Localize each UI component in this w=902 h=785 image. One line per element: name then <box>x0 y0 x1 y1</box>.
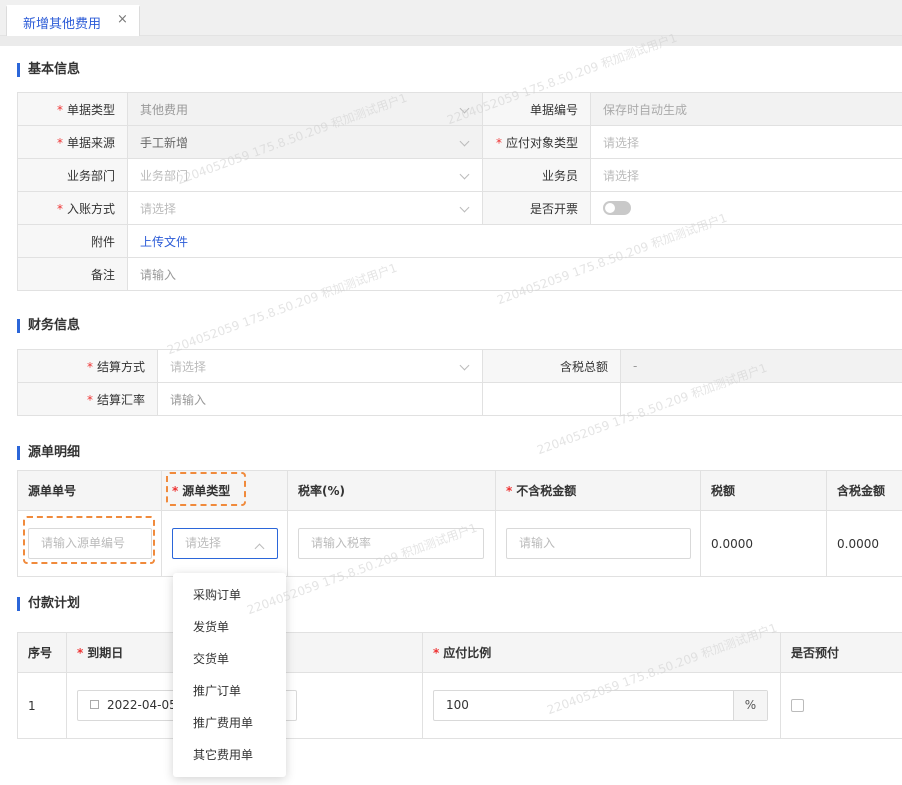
exchange-rate-input[interactable]: 请输入 <box>157 382 483 416</box>
table-row: 1 2022-04-05 100% <box>17 672 902 739</box>
col-tax: 税额 <box>700 470 827 511</box>
dropdown-option-other-expense[interactable]: 其它费用单 <box>173 739 286 771</box>
col-source-no: 源单单号 <box>17 470 162 511</box>
exchange-rate-label: * 结算汇率 <box>17 382 158 416</box>
invoice-label: 是否开票 <box>482 191 591 225</box>
amount-excl-input[interactable]: 请输入 <box>506 528 691 559</box>
table-row: 请输入源单编号 请选择 请输入税率 请输入 0.0000 0.0000 <box>17 510 902 577</box>
upload-file-link[interactable]: 上传文件 <box>127 224 902 258</box>
col-ratio: * 应付比例 <box>422 632 781 673</box>
doc-source-select[interactable]: 手工新增 <box>127 125 483 159</box>
entry-method-label: * 入账方式 <box>17 191 128 225</box>
col-prepay: 是否预付 <box>780 632 902 673</box>
chevron-down-icon <box>459 169 470 180</box>
col-amount-excl: * 不含税金额 <box>495 470 701 511</box>
total-label: 含税总额 <box>482 349 621 383</box>
doc-type-select[interactable]: 其他费用 <box>127 92 483 126</box>
entry-method-select[interactable]: 请选择 <box>127 191 483 225</box>
prepay-checkbox[interactable] <box>791 699 804 712</box>
tab-bar: 新增其他费用 × <box>0 0 902 36</box>
section-title-basic: 基本信息 <box>17 63 80 77</box>
amount-incl-value: 0.0000 <box>826 510 902 577</box>
chevron-down-icon <box>459 360 470 371</box>
close-icon[interactable]: × <box>117 12 128 27</box>
ratio-input[interactable]: 100% <box>433 690 768 721</box>
payee-type-label: * 应付对象类型 <box>482 125 591 159</box>
section-title-payment: 付款计划 <box>17 597 80 611</box>
chevron-up-icon <box>254 543 265 554</box>
doc-type-label: * 单据类型 <box>17 92 128 126</box>
calendar-icon <box>90 700 99 709</box>
salesman-label: 业务员 <box>482 158 591 192</box>
remark-label: 备注 <box>17 257 128 291</box>
section-title-source: 源单明细 <box>17 446 80 460</box>
dept-select[interactable]: 业务部门 <box>127 158 483 192</box>
section-title-finance: 财务信息 <box>17 319 80 333</box>
payment-plan-table: 序号 * 到期日 * 应付比例 是否预付 1 2022-04-05 100% <box>17 632 902 739</box>
source-detail-table: 源单单号 * 源单类型 税率(%) * 不含税金额 税额 含税金额 请输入源单编号 … <box>17 470 902 577</box>
tab-new-other-expense[interactable]: 新增其他费用 × <box>6 5 140 36</box>
col-tax-rate: 税率(%) <box>287 470 496 511</box>
dropdown-option-purchase-order[interactable]: 采购订单 <box>173 579 286 611</box>
tab-label: 新增其他费用 <box>23 17 102 32</box>
chevron-down-icon <box>459 202 470 213</box>
dropdown-option-delivery-note[interactable]: 发货单 <box>173 611 286 643</box>
finance-info-form: * 结算方式 请选择 含税总额 - * 结算汇率 请输入 <box>17 349 902 416</box>
row-index: 1 <box>17 672 67 739</box>
col-amount-incl: 含税金额 <box>826 470 902 511</box>
basic-info-form: * 单据类型 其他费用 单据编号 保存时自动生成 * 单据来源 手工新增 * 应付对象… <box>17 92 902 291</box>
source-no-input[interactable]: 请输入源单编号 <box>28 528 152 559</box>
settle-method-label: * 结算方式 <box>17 349 158 383</box>
salesman-select[interactable]: 请选择 <box>590 158 902 192</box>
attachment-label: 附件 <box>17 224 128 258</box>
doc-source-label: * 单据来源 <box>17 125 128 159</box>
empty-cell <box>482 382 621 416</box>
doc-no-field: 保存时自动生成 <box>590 92 902 126</box>
remark-input[interactable]: 请输入 <box>127 257 902 291</box>
doc-no-label: 单据编号 <box>482 92 591 126</box>
tax-value: 0.0000 <box>700 510 827 577</box>
col-index: 序号 <box>17 632 67 673</box>
dropdown-option-promo-order[interactable]: 推广订单 <box>173 675 286 707</box>
source-type-select[interactable]: 请选择 <box>172 528 278 559</box>
invoice-toggle[interactable] <box>603 201 631 216</box>
settle-method-select[interactable]: 请选择 <box>157 349 483 383</box>
tax-rate-input[interactable]: 请输入税率 <box>298 528 484 559</box>
dept-label: 业务部门 <box>17 158 128 192</box>
header-strip <box>0 36 902 46</box>
col-source-type: * 源单类型 <box>161 470 288 511</box>
percent-addon: % <box>733 691 767 720</box>
total-value: - <box>620 349 902 383</box>
dropdown-option-promo-expense[interactable]: 推广费用单 <box>173 707 286 739</box>
chevron-down-icon <box>459 103 470 114</box>
invoice-toggle-cell <box>590 191 902 225</box>
chevron-down-icon <box>459 136 470 147</box>
dropdown-option-handover-note[interactable]: 交货单 <box>173 643 286 675</box>
payee-type-select[interactable]: 请选择 <box>590 125 902 159</box>
source-type-dropdown: 采购订单 发货单 交货单 推广订单 推广费用单 其它费用单 <box>173 573 286 777</box>
empty-cell <box>620 382 902 416</box>
